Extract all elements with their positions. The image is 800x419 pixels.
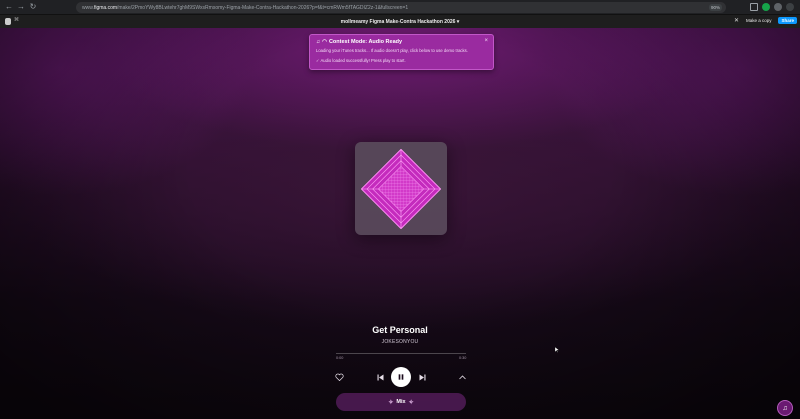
url-host: figma.com	[93, 4, 118, 11]
headphones-icon: ◠	[322, 39, 327, 45]
menu-icon[interactable]	[786, 3, 794, 11]
track-artist[interactable]: JOKESONYOU	[0, 339, 800, 345]
zoom-badge[interactable]: 90%	[708, 4, 722, 11]
previous-icon[interactable]	[375, 372, 385, 382]
progress-bar[interactable]	[336, 353, 466, 354]
browser-extension-icons	[750, 3, 794, 11]
toast-title: ♫ ◠ Contest Mode: Audio Ready	[316, 39, 487, 45]
toast-success-message: ✓ Audio loaded successfully! Press play …	[316, 58, 406, 63]
file-title[interactable]: mollmeamy Figma Make-Contra Hackathon 20…	[0, 19, 800, 25]
figma-header: ⌘ mollmeamy Figma Make-Contra Hackathon …	[0, 15, 800, 28]
star-icon[interactable]	[750, 3, 758, 11]
make-copy-button[interactable]: Make a copy	[743, 17, 775, 24]
time-elapsed: 0:00	[336, 356, 344, 360]
next-icon[interactable]	[417, 372, 427, 382]
mouse-cursor-icon	[555, 347, 559, 353]
album-art	[355, 142, 447, 235]
music-note-icon: ♫	[316, 39, 321, 45]
mix-label: Mix	[396, 399, 406, 405]
sparkle-icon: ✧	[408, 399, 414, 406]
toast-title-text: Contest Mode: Audio Ready	[328, 39, 403, 45]
pause-button[interactable]	[391, 367, 411, 387]
pause-icon	[398, 374, 404, 380]
chevron-up-icon[interactable]	[457, 372, 467, 382]
track-title: Get Personal	[372, 325, 428, 335]
heart-icon[interactable]	[334, 372, 344, 382]
music-note-icon: ♫	[782, 404, 788, 412]
profile-icon[interactable]	[762, 3, 770, 11]
url-prefix: www.	[82, 4, 94, 11]
back-icon[interactable]: ←	[4, 2, 14, 12]
figma-actions: ✕ Make a copy Share	[734, 17, 797, 24]
contest-mode-toast: ♫ ◠ Contest Mode: Audio Ready Loading yo…	[309, 34, 494, 70]
player-stage: ♫ ◠ Contest Mode: Audio Ready Loading yo…	[0, 28, 800, 419]
time-total: 0:30	[459, 356, 467, 360]
album-art-diamond	[361, 148, 441, 229]
address-bar[interactable]: www.figma.com/make/2PmoYWy8BLwtehr7ghM9S…	[76, 2, 726, 13]
url-path: /make/2PmoYWy8BLwtehr7ghM9SWxsRmsomy-Fig…	[117, 4, 409, 11]
close-icon[interactable]: ×	[484, 38, 488, 44]
tools-icon[interactable]: ✕	[734, 17, 739, 24]
mix-button[interactable]: ✧ Mix ✧	[336, 393, 466, 411]
music-note-button[interactable]: ♫	[777, 400, 793, 416]
file-title-text: mollmeamy Figma Make-Contra Hackathon 20…	[340, 19, 456, 25]
extensions-icon[interactable]	[774, 3, 782, 11]
share-button[interactable]: Share	[778, 17, 797, 24]
url-text: www.figma.com/make/2PmoYWy8BLwtehr7ghM9S…	[82, 5, 408, 11]
sparkle-icon: ✧	[388, 399, 394, 406]
reload-icon[interactable]: ↻	[28, 2, 38, 12]
browser-toolbar: ← → ↻ www.figma.com/make/2PmoYWy8BLwtehr…	[0, 0, 800, 15]
toast-message: Loading your iTunes tracks... If audio d…	[316, 48, 468, 53]
forward-icon[interactable]: →	[16, 2, 26, 12]
